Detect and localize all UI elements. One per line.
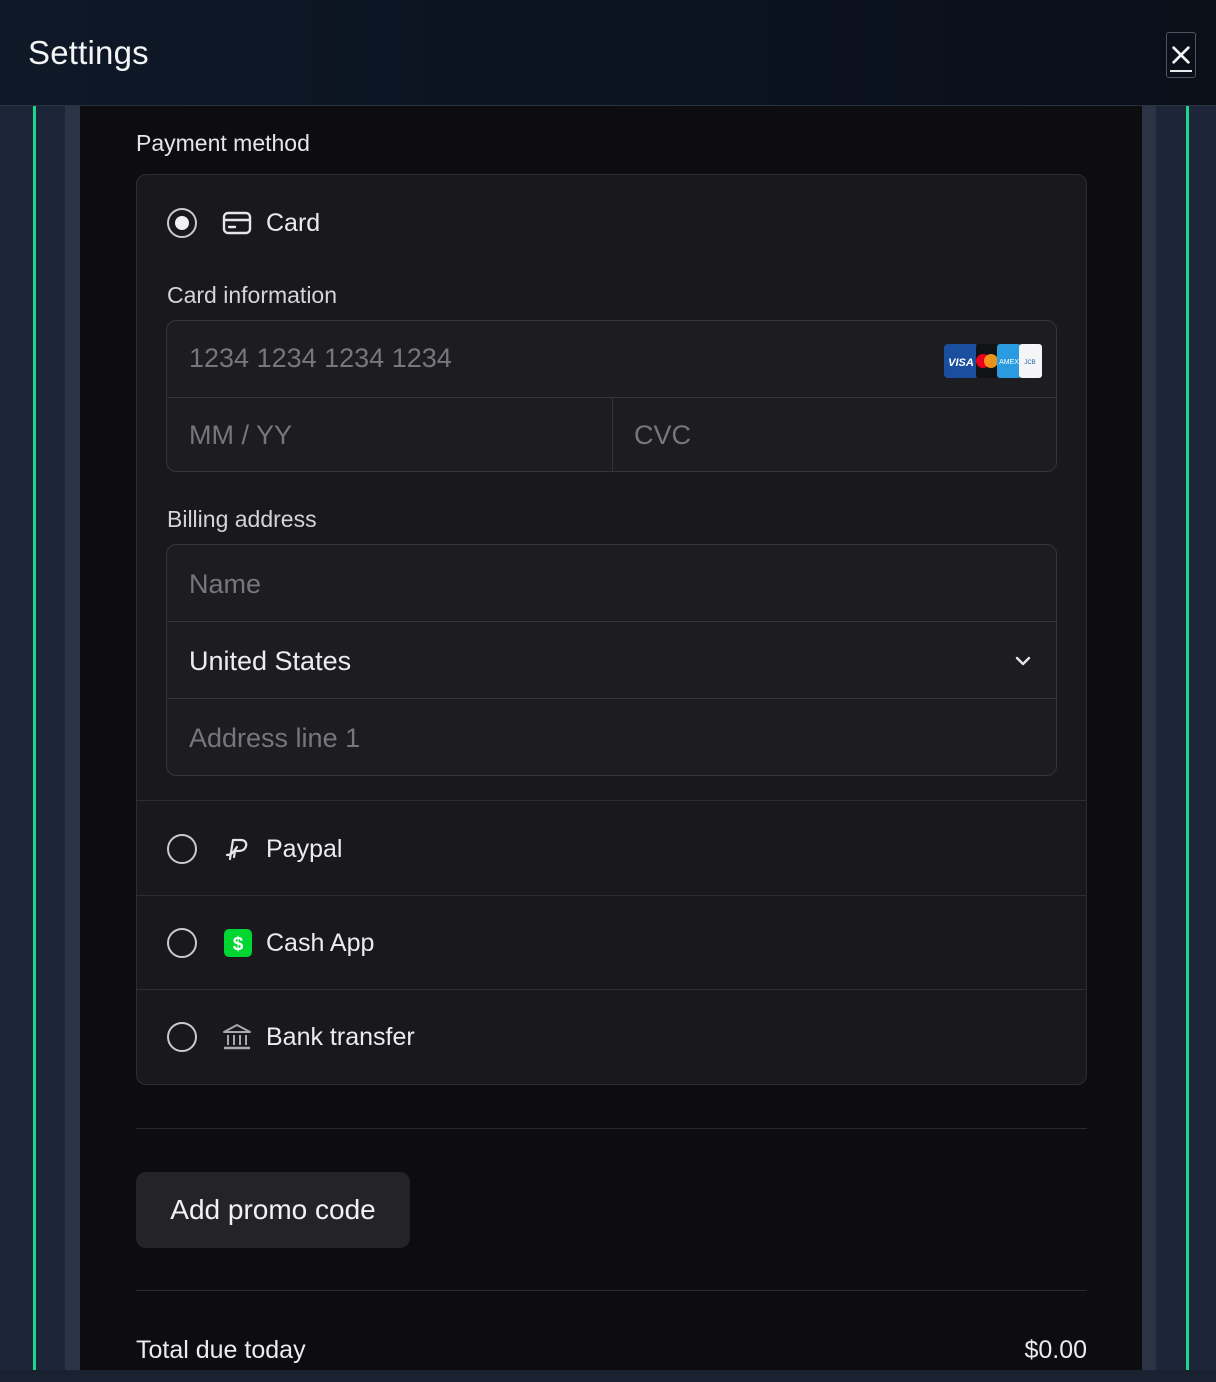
billing-address-label: Billing address bbox=[167, 506, 317, 532]
add-promo-code-button[interactable]: Add promo code bbox=[136, 1172, 410, 1248]
svg-text:$: $ bbox=[233, 934, 244, 955]
method-label-bank-transfer[interactable]: Bank transfer bbox=[266, 1023, 415, 1052]
card-information-label: Card information bbox=[167, 282, 338, 308]
credit-card-icon bbox=[222, 208, 252, 238]
card-information-group: 1234 1234 1234 1234 VISA AMEX JCB MM / Y… bbox=[166, 320, 1057, 472]
method-label-card[interactable]: Card bbox=[266, 209, 320, 238]
card-expiry-cvc-row: MM / YY CVC bbox=[167, 398, 1056, 471]
radio-cash-app[interactable] bbox=[167, 928, 197, 958]
country-value: United States bbox=[189, 646, 352, 676]
expiry-placeholder[interactable]: MM / YY bbox=[189, 420, 292, 451]
total-due-label: Total due today bbox=[136, 1336, 306, 1364]
divider bbox=[137, 800, 1086, 801]
accent-line-right bbox=[1186, 106, 1189, 1372]
background-strip bbox=[0, 1370, 1216, 1382]
payment-methods-box: Card Card information 1234 1234 1234 123… bbox=[136, 174, 1087, 1085]
radio-paypal[interactable] bbox=[167, 834, 197, 864]
accent-line-left bbox=[33, 106, 36, 1372]
card-brands: VISA AMEX JCB bbox=[943, 343, 1043, 379]
address-placeholder: Address line 1 bbox=[189, 723, 361, 753]
svg-text:JCB: JCB bbox=[1024, 360, 1035, 366]
background-left bbox=[0, 106, 80, 1382]
billing-address-group: Name United States Address line 1 bbox=[166, 544, 1057, 776]
billing-name-field[interactable]: Name bbox=[167, 545, 1056, 622]
divider bbox=[137, 989, 1086, 990]
divider bbox=[136, 1128, 1087, 1129]
divider bbox=[136, 1290, 1087, 1291]
modal-header: Settings bbox=[0, 0, 1216, 106]
name-placeholder: Name bbox=[189, 569, 262, 599]
modal-title: Settings bbox=[28, 34, 149, 71]
radio-card[interactable] bbox=[167, 208, 197, 238]
country-select[interactable]: United States bbox=[167, 622, 1056, 699]
total-due-amount: $0.00 bbox=[1024, 1336, 1087, 1364]
address-line1-field[interactable]: Address line 1 bbox=[167, 699, 1056, 775]
cash-app-icon: $ bbox=[223, 928, 253, 958]
radio-bank-transfer[interactable] bbox=[167, 1022, 197, 1052]
payment-method-label: Payment method bbox=[136, 130, 310, 156]
background-right bbox=[1142, 106, 1216, 1382]
method-label-cash-app[interactable]: Cash App bbox=[266, 929, 374, 958]
close-icon bbox=[1172, 46, 1190, 64]
close-button[interactable] bbox=[1166, 32, 1196, 78]
svg-text:AMEX: AMEX bbox=[999, 359, 1019, 366]
paypal-icon bbox=[222, 834, 252, 864]
bank-icon bbox=[222, 1022, 252, 1052]
chevron-down-icon bbox=[1015, 656, 1031, 666]
method-label-paypal[interactable]: Paypal bbox=[266, 835, 342, 864]
svg-text:VISA: VISA bbox=[948, 357, 974, 369]
divider bbox=[137, 895, 1086, 896]
card-number-placeholder: 1234 1234 1234 1234 bbox=[189, 343, 452, 373]
card-number-field[interactable]: 1234 1234 1234 1234 VISA AMEX JCB bbox=[167, 321, 1056, 398]
cvc-placeholder[interactable]: CVC bbox=[634, 420, 691, 451]
settings-panel: Payment method Card Card information 123… bbox=[80, 106, 1142, 1382]
